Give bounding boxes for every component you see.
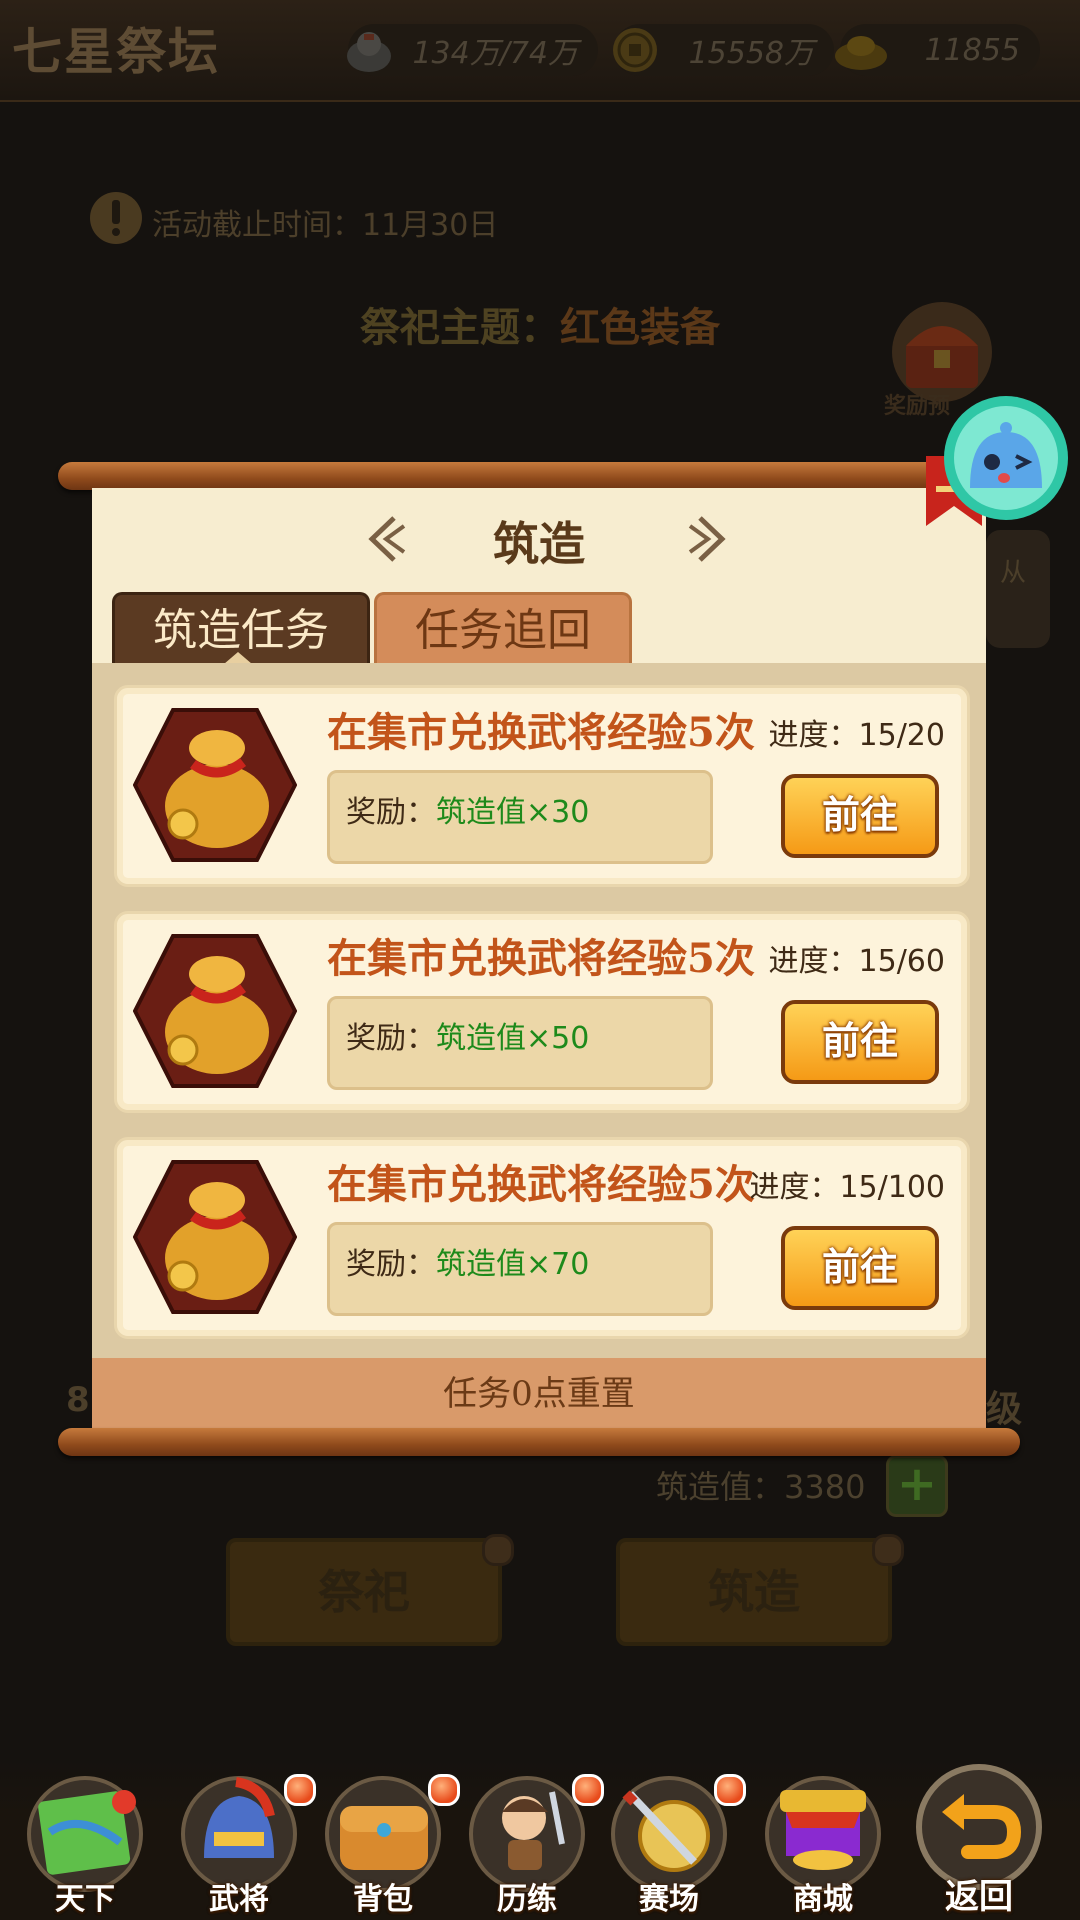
- notification-dot: [572, 1774, 604, 1806]
- deadline-text: 活动截止时间：11月30日: [152, 208, 499, 243]
- side-card-text: 从: [1000, 558, 1027, 588]
- reward-box: 奖励：筑造值×50: [327, 996, 713, 1090]
- left-partial-text: 8: [66, 1380, 90, 1420]
- coin-value: 15558万: [688, 36, 814, 71]
- money-bag-icon: [133, 708, 297, 862]
- nav-item-shop[interactable]: 商城: [758, 1772, 888, 1920]
- page-title: 七星祭坛: [12, 22, 220, 81]
- nav-label: 返回: [945, 1877, 1013, 1917]
- reward-label: 奖励：: [346, 1021, 436, 1056]
- gold-value: 11855: [924, 32, 1020, 68]
- gold-ingot-icon: [835, 36, 887, 70]
- task-item: 在集市兑换武将经验5次 进度：15/60 奖励：筑造值×50 前往: [114, 911, 970, 1113]
- panel-title: 筑造: [493, 517, 585, 571]
- reward-value: 筑造值×30: [436, 795, 590, 830]
- task-title: 在集市兑换武将经验5次: [327, 709, 755, 756]
- nav-label: 历练: [497, 1882, 557, 1917]
- forge-value-text: 筑造值：3380: [656, 1468, 866, 1506]
- nav-label: 赛场: [639, 1882, 699, 1917]
- task-item: 在集市兑换武将经验5次 进度：15/100 奖励：筑造值×70 前往: [114, 1137, 970, 1339]
- reward-box: 奖励：筑造值×30: [327, 770, 713, 864]
- reward-label: 奖励：: [346, 795, 436, 830]
- nav-item-generals[interactable]: 武将: [174, 1772, 316, 1920]
- forge-button[interactable]: 筑造: [616, 1538, 892, 1646]
- scroll-rod-bottom: [58, 1428, 1020, 1456]
- resource-coin: 15558万: [613, 24, 834, 76]
- money-bag-icon: [133, 1160, 297, 1314]
- task-item: 在集市兑换武将经验5次 进度：15/20 奖励：筑造值×30 前往: [114, 685, 970, 887]
- reward-value: 筑造值×50: [436, 1021, 590, 1056]
- nav-label: 武将: [209, 1882, 269, 1917]
- resource-silver: 134万/74万: [347, 24, 598, 76]
- reward-text: 奖励：筑造值×30: [346, 787, 589, 831]
- go-button[interactable]: 前往: [781, 1000, 939, 1084]
- forge-badge: [872, 1534, 904, 1566]
- next-arrow-icon[interactable]: [684, 514, 730, 564]
- nav-label: 背包: [353, 1882, 413, 1917]
- reward-label: 奖励：: [346, 1247, 436, 1282]
- notification-dot: [284, 1774, 316, 1806]
- add-forge-value-button[interactable]: +: [886, 1455, 948, 1517]
- task-progress: 进度：15/60: [768, 944, 945, 979]
- reward-text: 奖励：筑造值×70: [346, 1239, 589, 1283]
- scroll-rod-top: [58, 462, 1020, 490]
- theme-label: 祭祀主题：: [360, 304, 560, 351]
- money-bag-icon: [133, 934, 297, 1088]
- go-button[interactable]: 前往: [781, 1226, 939, 1310]
- silver-value: 134万/74万: [412, 36, 578, 71]
- notification-dot: [714, 1774, 746, 1806]
- notification-dot: [428, 1774, 460, 1806]
- tab-task-recall[interactable]: 任务追回: [374, 592, 632, 667]
- sacrifice-badge: [482, 1534, 514, 1566]
- sacrifice-button[interactable]: 祭祀: [226, 1538, 502, 1646]
- nav-item-world[interactable]: 天下: [20, 1772, 150, 1920]
- task-progress: 进度：15/100: [749, 1170, 945, 1205]
- nav-item-back[interactable]: 返回: [914, 1762, 1044, 1917]
- task-title: 在集市兑换武将经验5次: [327, 1161, 755, 1208]
- silver-ingot-icon: [347, 32, 391, 72]
- nav-item-arena[interactable]: 赛场: [604, 1772, 746, 1920]
- nav-label: 商城: [793, 1882, 853, 1917]
- reward-value: 筑造值×70: [436, 1247, 590, 1282]
- resource-gold: 11855: [835, 24, 1040, 76]
- go-button[interactable]: 前往: [781, 774, 939, 858]
- task-panel: 筑造 筑造任务 任务追回 在集市兑换武将经验5次 进度：15/20 奖励：筑造值…: [92, 488, 986, 1430]
- reset-notice: 任务0点重置: [92, 1358, 986, 1430]
- reward-text: 奖励：筑造值×50: [346, 1013, 589, 1057]
- right-partial-text: 级: [986, 1389, 1023, 1430]
- task-title: 在集市兑换武将经验5次: [327, 935, 755, 982]
- mascot-icon[interactable]: [940, 392, 1072, 524]
- copper-coin-icon: [613, 28, 657, 72]
- warning-icon: [90, 192, 142, 244]
- side-card: [986, 530, 1050, 648]
- reward-box: 奖励：筑造值×70: [327, 1222, 713, 1316]
- task-list: 在集市兑换武将经验5次 进度：15/20 奖励：筑造值×30 前往 在集市兑换武…: [92, 663, 986, 1358]
- nav-label: 天下: [55, 1882, 115, 1917]
- nav-item-backpack[interactable]: 背包: [318, 1772, 460, 1920]
- nav-item-training[interactable]: 历练: [462, 1772, 604, 1920]
- theme-value: 红色装备: [560, 304, 720, 351]
- task-progress: 进度：15/20: [768, 718, 945, 753]
